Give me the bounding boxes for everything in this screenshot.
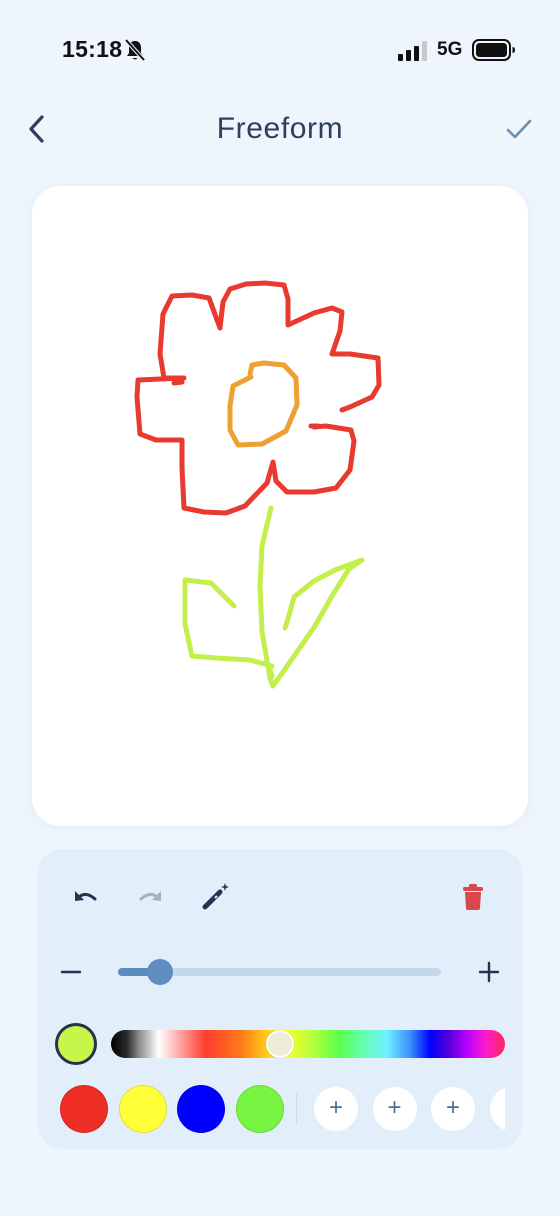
minus-icon [60,970,82,974]
brush-size-thumb[interactable] [146,959,173,985]
magic-wand-button[interactable] [194,877,234,917]
drawing-layer [134,280,382,689]
status-time: 15:18 [62,36,123,62]
color-swatch-yellow[interactable] [118,1085,167,1133]
color-spectrum-thumb[interactable] [266,1030,295,1058]
color-swatch-green[interactable] [235,1085,284,1133]
redo-button[interactable] [130,877,170,917]
redo-icon [139,891,161,901]
bell-slash-icon [124,38,146,62]
add-color-slot[interactable]: + [314,1087,358,1131]
checkmark-icon[interactable] [504,114,534,144]
trash-icon [463,884,483,910]
navigation-bar: Freeform [0,100,560,160]
color-swatch-red[interactable] [60,1085,108,1133]
flower-petals-stroke [134,280,382,516]
status-bar: 15:18 5G [0,0,560,100]
increase-brush-size-button[interactable] [474,957,504,987]
drawing-tools-panel: + + + [38,849,522,1149]
decrease-brush-size-button[interactable] [56,957,86,987]
add-color-slot[interactable]: + [431,1087,475,1131]
plus-icon [478,961,500,983]
brush-size-slider[interactable] [118,959,441,985]
current-color-indicator[interactable] [55,1023,97,1065]
battery-icon [472,39,515,61]
color-spectrum-slider[interactable] [111,1030,505,1058]
drawing-canvas[interactable] [32,186,528,826]
add-color-slot-partial[interactable] [489,1087,505,1131]
custom-color-slots: + + + [308,1079,505,1139]
delete-button[interactable] [453,877,493,917]
color-swatch-blue[interactable] [177,1085,225,1133]
page-title: Freeform [216,112,344,145]
undo-button[interactable] [66,877,106,917]
network-type-label: 5G [437,39,463,60]
magic-wand-icon [202,883,229,910]
freeform-screen: 15:18 5G Freeform + + + [0,0,560,1216]
cellular-signal-icon [398,41,427,61]
swatch-divider [296,1093,297,1125]
stem-and-leaves-stroke [182,505,365,689]
add-color-slot[interactable]: + [372,1087,417,1131]
undo-icon [75,891,97,901]
flower-center-stroke [227,360,300,448]
